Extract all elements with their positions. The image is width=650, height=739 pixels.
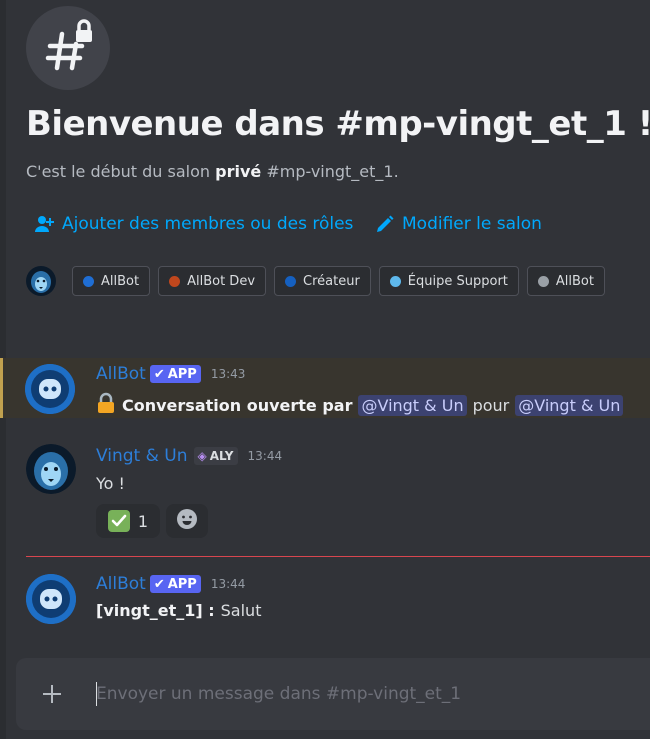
- message-text: Salut: [220, 601, 262, 620]
- check-icon: ✔: [153, 576, 165, 592]
- timestamp: 13:43: [210, 367, 246, 381]
- bot-avatar[interactable]: [25, 364, 75, 414]
- lock-icon: [96, 392, 116, 418]
- username[interactable]: AllBot: [96, 574, 146, 594]
- role-color-dot: [285, 275, 297, 287]
- user-avatar[interactable]: [26, 444, 76, 494]
- role-color-dot: [83, 275, 94, 287]
- message-header: Vingt & Un ◈ ALY 13:44: [96, 446, 282, 466]
- intro-private-label: privé: [215, 162, 262, 181]
- edit-channel-label: Modifier le salon: [402, 214, 542, 234]
- edit-channel-button[interactable]: Modifier le salon: [376, 214, 542, 234]
- app-badge: ✔ APP: [149, 575, 201, 593]
- role-label: Équipe Support: [407, 273, 508, 289]
- channel-members-roles: AllBot AllBot Dev Créateur Équipe Suppor…: [26, 266, 613, 296]
- role-pill[interactable]: AllBot Dev: [158, 266, 267, 296]
- message-content: Yo !: [96, 474, 125, 493]
- message-content: Conversation ouverte par @Vingt & Un pou…: [96, 392, 624, 418]
- timestamp: 13:44: [247, 449, 283, 463]
- role-color-dot: [389, 275, 401, 287]
- role-label: AllBot Dev: [187, 273, 256, 289]
- message-item: AllBot ✔ APP 13:43 Conversation ouverte p…: [0, 358, 650, 418]
- role-pill[interactable]: AllBot: [72, 266, 151, 296]
- hashtag-lock-icon: [26, 6, 110, 90]
- message-header: AllBot ✔ APP 13:44: [96, 574, 245, 594]
- role-color-dot: [537, 275, 549, 287]
- message-bold-text: [vingt_et_1] :: [96, 601, 215, 620]
- message-content: [vingt_et_1] : Salut: [96, 601, 261, 620]
- intro-suffix: #mp-vingt_et_1.: [261, 162, 399, 181]
- reaction-button[interactable]: 1: [96, 504, 160, 538]
- channel-intro: C'est le début du salon privé #mp-vingt_…: [26, 162, 399, 181]
- role-pill[interactable]: Équipe Support: [378, 266, 519, 296]
- message-bold-text: Conversation ouverte par: [122, 395, 353, 415]
- message-header: AllBot ✔ APP 13:43: [96, 364, 245, 384]
- bot-avatar[interactable]: [26, 574, 76, 624]
- role-label: AllBot: [555, 273, 594, 289]
- intro-prefix: C'est le début du salon: [26, 162, 216, 181]
- app-badge: ✔ APP: [149, 365, 201, 383]
- add-reaction-icon: [176, 508, 198, 534]
- role-label: AllBot: [101, 273, 140, 289]
- app-badge-label: APP: [167, 366, 197, 382]
- welcome-title: Bienvenue dans #mp-vingt_et_1 !: [26, 104, 650, 144]
- add-members-icon: [34, 215, 54, 233]
- username[interactable]: AllBot: [96, 364, 146, 384]
- role-pill[interactable]: AllBot: [526, 266, 605, 296]
- app-badge-label: APP: [167, 576, 197, 592]
- add-reaction-button[interactable]: [166, 504, 208, 538]
- shield-icon: ◈: [197, 449, 207, 463]
- member-avatar[interactable]: [26, 266, 56, 296]
- white-check-mark-icon: [107, 510, 130, 532]
- role-color-dot: [169, 275, 181, 287]
- role-pill[interactable]: Créateur: [274, 266, 371, 296]
- check-icon: ✔: [153, 366, 165, 382]
- message-composer: [16, 658, 650, 730]
- timestamp: 13:44: [210, 577, 246, 591]
- role-label: Créateur: [303, 273, 360, 289]
- message-input[interactable]: [96, 680, 636, 708]
- username[interactable]: Vingt & Un: [96, 446, 188, 466]
- user-mention[interactable]: @Vingt & Un: [515, 394, 624, 416]
- new-messages-divider: [26, 556, 650, 557]
- user-mention[interactable]: @Vingt & Un: [358, 394, 467, 416]
- pencil-icon: [376, 215, 394, 233]
- guild-tag-label: ALY: [209, 449, 234, 463]
- plus-icon[interactable]: [42, 684, 62, 704]
- message-connector: pour: [472, 395, 510, 415]
- guild-tag: ◈ ALY: [193, 447, 238, 465]
- reaction-count: 1: [137, 511, 149, 531]
- add-members-label: Ajouter des membres ou des rôles: [62, 214, 354, 234]
- add-members-button[interactable]: Ajouter des membres ou des rôles: [34, 214, 353, 234]
